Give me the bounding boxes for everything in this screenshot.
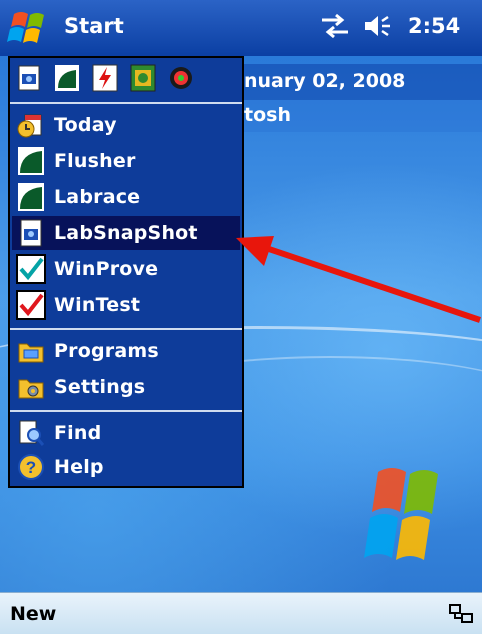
flusher-icon <box>18 147 44 175</box>
labsnapshot-icon <box>20 219 42 247</box>
green-square-app-icon[interactable] <box>130 64 156 92</box>
menu-item-today[interactable]: Today <box>12 108 240 142</box>
menu-item-label: Today <box>54 114 117 136</box>
start-menu: Today Flusher Labrace LabSnapShot WinPro… <box>8 56 244 488</box>
date-text: nuary 02, 2008 <box>244 70 406 92</box>
title-text[interactable]: Start <box>64 14 124 38</box>
menu-item-labrace[interactable]: Labrace <box>12 180 240 214</box>
svg-text:?: ? <box>26 458 36 477</box>
pocketpc-screen: Start 2:54 nuary 02, 2008 tosh New Today… <box>0 0 482 634</box>
menu-item-label: LabSnapShot <box>54 222 198 244</box>
menu-item-label: Find <box>54 422 102 444</box>
menu-item-programs[interactable]: Programs <box>12 334 240 368</box>
disc-app-icon[interactable] <box>168 64 194 92</box>
menu-item-label: Labrace <box>54 186 141 208</box>
menu-separator <box>10 328 242 330</box>
menu-item-label: Flusher <box>54 150 136 172</box>
menu-item-label: WinTest <box>54 294 141 316</box>
new-softkey[interactable]: New <box>10 603 56 625</box>
programs-folder-icon <box>18 343 44 363</box>
menu-item-labsnapshot[interactable]: LabSnapShot <box>12 216 240 250</box>
menu-item-label: Programs <box>54 340 159 362</box>
clock[interactable]: 2:54 <box>408 14 460 38</box>
start-flag-icon[interactable] <box>6 8 52 48</box>
red-arrow-annotation <box>236 236 481 323</box>
menu-item-find[interactable]: Find <box>12 416 240 450</box>
speaker-volume-icon[interactable] <box>362 12 392 40</box>
softkey-bar: New <box>0 592 482 634</box>
menu-item-flusher[interactable]: Flusher <box>12 144 240 178</box>
owner-text: tosh <box>244 104 291 126</box>
menu-item-winprove[interactable]: WinProve <box>12 252 240 286</box>
red-checkmark-icon <box>16 290 46 320</box>
connectivity-arrows-icon[interactable] <box>318 12 352 40</box>
flusher-icon[interactable] <box>54 64 80 92</box>
flash-app-icon[interactable] <box>92 64 118 92</box>
menu-item-settings[interactable]: Settings <box>12 370 240 404</box>
settings-folder-icon <box>18 379 44 399</box>
menu-item-help[interactable]: ? Help <box>12 450 240 484</box>
find-icon <box>19 420 45 446</box>
recent-programs-row <box>16 64 194 92</box>
menu-item-label: Help <box>54 456 104 478</box>
windows-logo-icon <box>364 468 438 560</box>
labrace-icon <box>18 183 44 211</box>
menu-item-wintest[interactable]: WinTest <box>12 288 240 322</box>
help-icon: ? <box>18 454 44 480</box>
today-icon <box>17 114 42 138</box>
menu-item-label: Settings <box>54 376 146 398</box>
menu-item-label: WinProve <box>54 258 159 280</box>
menu-separator <box>10 410 242 412</box>
connection-icon[interactable] <box>448 603 474 625</box>
labsnapshot-icon[interactable] <box>16 64 42 92</box>
checkmark-icon <box>16 254 46 284</box>
menu-separator <box>10 102 242 104</box>
title-bar: Start 2:54 <box>0 0 482 56</box>
